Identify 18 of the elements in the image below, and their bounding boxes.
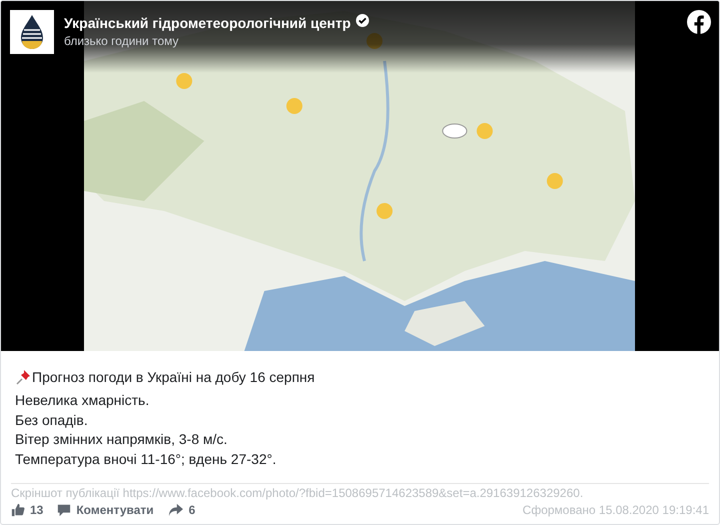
facebook-icon[interactable] [687, 10, 711, 34]
comment-button[interactable]: Коментувати [57, 503, 154, 517]
post-text-line: Вітер змінних напрямків, 3-8 м/с. [15, 430, 228, 449]
post-text-line: Невелика хмарність. [15, 391, 150, 410]
post-text-line: Без опадів. [15, 410, 89, 430]
post-title: Прогноз погоди в Україні на добу 16 серпня [32, 369, 315, 385]
share-button[interactable]: 6 [168, 503, 196, 517]
thumbs-up-icon [11, 503, 25, 517]
comment-icon [57, 503, 72, 517]
page-name[interactable]: Український гідрометеорологічний центр [64, 15, 351, 31]
pin-icon [15, 369, 31, 385]
screenshot-caption: Скріншот публікації https://www.facebook.com/photo/?fbid=1508695714623589&set=a.291639126329260. [11, 486, 584, 500]
like-button[interactable]: 13 [11, 503, 44, 517]
post-text-line: Температура вночі 11-16°; вдень 27-32°. [15, 450, 278, 469]
generated-date: Сформовано 15.08.2020 19:19:41 [522, 503, 709, 517]
post-time[interactable]: близько години тому [64, 34, 369, 48]
share-icon [168, 503, 184, 517]
logo-icon[interactable] [10, 10, 54, 54]
